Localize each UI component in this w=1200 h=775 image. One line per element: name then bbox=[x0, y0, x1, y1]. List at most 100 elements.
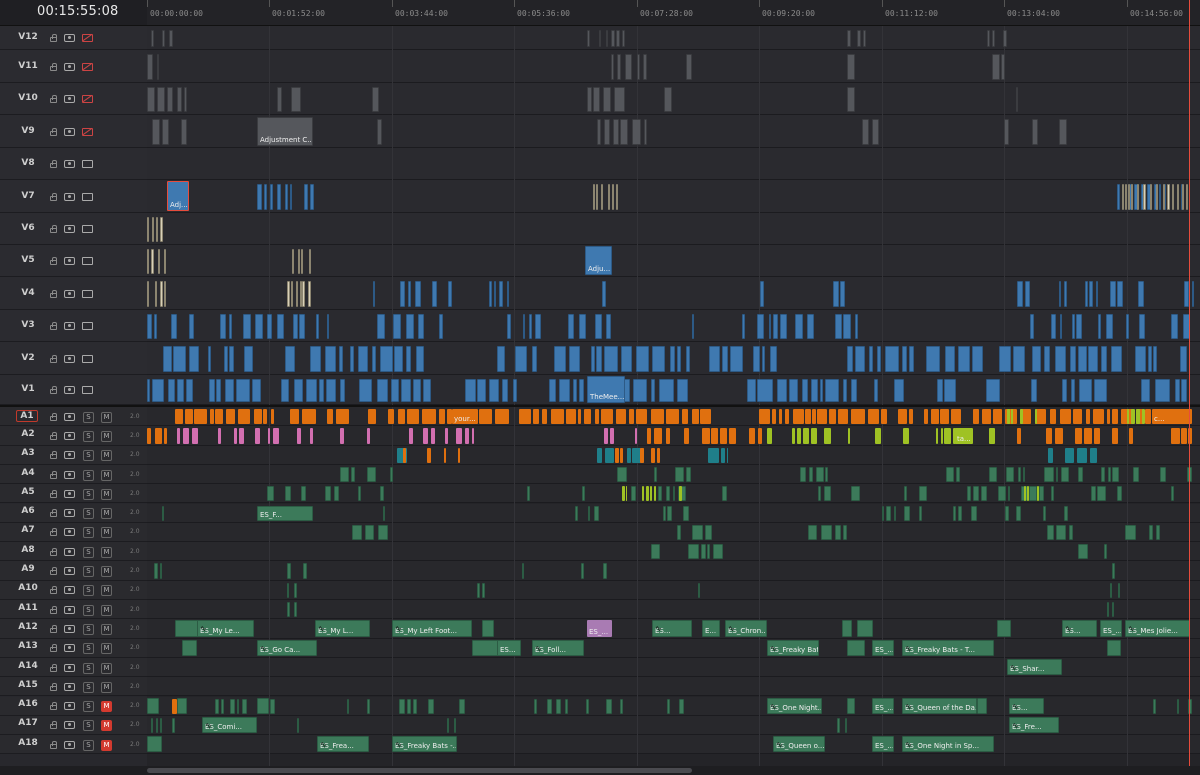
track-monitor-icon[interactable] bbox=[82, 289, 93, 298]
timeline-clip[interactable] bbox=[558, 379, 570, 402]
mute-button[interactable]: M bbox=[101, 508, 112, 520]
timeline-clip[interactable]: ta... bbox=[955, 428, 973, 444]
timeline-clip[interactable]: Adj... bbox=[167, 181, 189, 211]
timeline-clip[interactable] bbox=[515, 346, 528, 372]
timeline-clip[interactable] bbox=[162, 505, 165, 521]
timeline-clip[interactable] bbox=[519, 409, 531, 425]
timeline-clip[interactable] bbox=[651, 447, 656, 463]
timeline-clip[interactable] bbox=[1111, 409, 1118, 425]
timeline-clip[interactable] bbox=[585, 698, 590, 714]
timeline-clip[interactable]: ES_My L... ∿ bbox=[315, 620, 370, 637]
timeline-clip[interactable] bbox=[159, 563, 163, 579]
timeline-clip[interactable] bbox=[583, 409, 591, 425]
timeline-clip[interactable]: TheMee... bbox=[587, 376, 625, 403]
timeline-clip[interactable] bbox=[923, 409, 929, 425]
timeline-clip[interactable] bbox=[1056, 524, 1066, 541]
timeline-clip[interactable] bbox=[1016, 505, 1022, 521]
timeline-clip[interactable] bbox=[162, 30, 166, 47]
visibility-icon[interactable] bbox=[64, 547, 75, 556]
timeline-clip[interactable] bbox=[679, 486, 683, 502]
timeline-clip[interactable] bbox=[880, 409, 887, 425]
timeline-clip[interactable] bbox=[1065, 447, 1075, 463]
timeline-clip[interactable] bbox=[992, 30, 996, 47]
video-lane[interactable] bbox=[147, 26, 1200, 50]
timeline-clip[interactable] bbox=[594, 409, 600, 425]
timeline-clip[interactable] bbox=[847, 346, 853, 372]
timeline-clip[interactable] bbox=[1155, 379, 1171, 402]
timeline-clip[interactable] bbox=[270, 184, 273, 210]
timeline-clip[interactable] bbox=[482, 582, 485, 598]
timeline-clip[interactable] bbox=[422, 379, 432, 402]
timeline-clip[interactable] bbox=[824, 466, 828, 483]
lock-icon[interactable] bbox=[50, 528, 57, 537]
timeline-clip[interactable] bbox=[152, 379, 164, 402]
timeline-clip[interactable] bbox=[843, 379, 848, 402]
timeline-clip[interactable] bbox=[957, 505, 962, 521]
timeline-clip[interactable] bbox=[228, 314, 232, 339]
timeline-clip[interactable] bbox=[1006, 466, 1015, 483]
timeline-clip[interactable] bbox=[854, 346, 865, 372]
mute-button[interactable]: M bbox=[101, 739, 112, 751]
timeline-clip[interactable]: ES... ∿ bbox=[1009, 697, 1044, 714]
timeline-clip[interactable] bbox=[1160, 466, 1167, 483]
mute-button[interactable]: M bbox=[101, 527, 112, 539]
lock-icon[interactable] bbox=[50, 721, 57, 730]
timeline-clip[interactable] bbox=[642, 486, 644, 502]
timeline-clip[interactable] bbox=[163, 346, 172, 372]
timeline-clip[interactable] bbox=[651, 346, 666, 372]
visibility-icon[interactable] bbox=[64, 489, 75, 498]
timeline-clip[interactable] bbox=[605, 314, 611, 339]
lock-icon[interactable] bbox=[50, 586, 57, 595]
visibility-icon[interactable] bbox=[64, 225, 75, 233]
timeline-clip[interactable] bbox=[1043, 505, 1047, 521]
visibility-icon[interactable] bbox=[64, 644, 75, 653]
timeline-clip[interactable] bbox=[601, 281, 606, 307]
timeline-clip[interactable] bbox=[1159, 184, 1162, 210]
timeline-clip[interactable] bbox=[1044, 346, 1051, 372]
timeline-clip[interactable] bbox=[692, 314, 695, 339]
timeline-clip[interactable] bbox=[157, 87, 165, 112]
timeline-clip[interactable] bbox=[358, 346, 369, 372]
timeline-clip[interactable] bbox=[257, 184, 262, 210]
timeline-clip[interactable] bbox=[277, 87, 282, 112]
timeline-clip[interactable] bbox=[254, 314, 263, 339]
video-lane[interactable] bbox=[147, 277, 1200, 310]
visibility-icon[interactable] bbox=[64, 451, 75, 460]
timeline-clip[interactable] bbox=[1069, 346, 1077, 372]
timeline-clip[interactable] bbox=[1069, 524, 1073, 541]
track-disabled-icon[interactable] bbox=[82, 34, 93, 42]
timeline-clip[interactable] bbox=[210, 409, 214, 425]
timeline-clip[interactable] bbox=[930, 409, 939, 425]
timeline-clip[interactable] bbox=[777, 379, 788, 402]
timeline-clip[interactable] bbox=[952, 505, 956, 521]
timeline-clip[interactable] bbox=[147, 379, 151, 402]
timeline-clip[interactable] bbox=[488, 379, 499, 402]
lock-icon[interactable] bbox=[50, 431, 57, 440]
track-disabled-icon[interactable] bbox=[82, 95, 93, 103]
timeline-clip[interactable] bbox=[1045, 428, 1052, 444]
timeline-clip[interactable] bbox=[855, 314, 858, 339]
timeline-clip[interactable] bbox=[810, 428, 818, 444]
timeline-clip[interactable] bbox=[950, 409, 962, 425]
timeline-clip[interactable]: ES... ∿ bbox=[1062, 620, 1097, 637]
timeline-clip[interactable] bbox=[497, 346, 506, 372]
timeline-clip[interactable] bbox=[1170, 314, 1179, 339]
timeline-clip[interactable] bbox=[147, 697, 159, 714]
timeline-clip[interactable] bbox=[691, 524, 704, 541]
timeline-clip[interactable] bbox=[748, 428, 755, 444]
timeline-clip[interactable] bbox=[1034, 409, 1038, 425]
timeline-clip[interactable] bbox=[1059, 409, 1072, 425]
timeline-clip[interactable] bbox=[1128, 184, 1131, 210]
timeline-clip[interactable] bbox=[603, 87, 611, 112]
timeline-clip[interactable] bbox=[574, 505, 579, 521]
visibility-icon[interactable] bbox=[64, 682, 75, 691]
timeline-clip[interactable] bbox=[186, 379, 193, 402]
mute-button[interactable]: M bbox=[101, 681, 112, 693]
timeline-clip[interactable] bbox=[407, 281, 411, 307]
timeline-clip[interactable] bbox=[324, 346, 337, 372]
timeline-clip[interactable] bbox=[851, 379, 858, 402]
solo-button[interactable]: S bbox=[83, 681, 94, 693]
timeline-clip[interactable] bbox=[894, 379, 904, 402]
timeline-clip[interactable] bbox=[175, 409, 184, 425]
mute-button[interactable]: M bbox=[101, 450, 112, 462]
